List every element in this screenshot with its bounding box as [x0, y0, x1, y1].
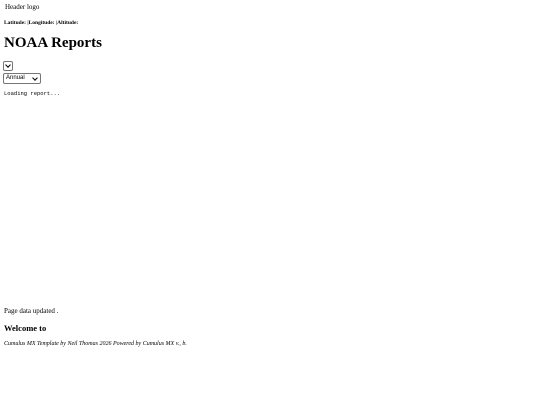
chevron-down-icon — [32, 74, 38, 81]
chevron-down-icon — [5, 62, 11, 68]
header-logo: Header logo — [3, 3, 39, 12]
updated-suffix: . — [56, 307, 59, 315]
report-content: Loading report... — [4, 90, 61, 97]
longitude-label: Longitude: — [28, 20, 55, 26]
location-info: Latitude: |Longitude: |Altitude: — [4, 20, 78, 27]
period-select[interactable]: Annual — [3, 73, 41, 84]
report-select[interactable] — [3, 61, 13, 71]
altitude-label: Altitude: — [57, 20, 79, 26]
latitude-label: Latitude: — [4, 20, 26, 26]
page-title: NOAA Reports — [4, 35, 102, 51]
footer-credit: Cumulus MX Template by Neil Thomas 2026 … — [4, 341, 187, 347]
updated-prefix: Page data updated — [4, 307, 55, 315]
header-logo-alt: Header logo — [5, 3, 40, 11]
page: Header logo Latitude: |Longitude: |Altit… — [0, 0, 540, 405]
page-updated-status: Page data updated . — [4, 307, 58, 316]
welcome-heading: Welcome to — [4, 323, 47, 333]
broken-image-icon — [3, 7, 4, 8]
period-select-value: Annual — [6, 75, 25, 81]
